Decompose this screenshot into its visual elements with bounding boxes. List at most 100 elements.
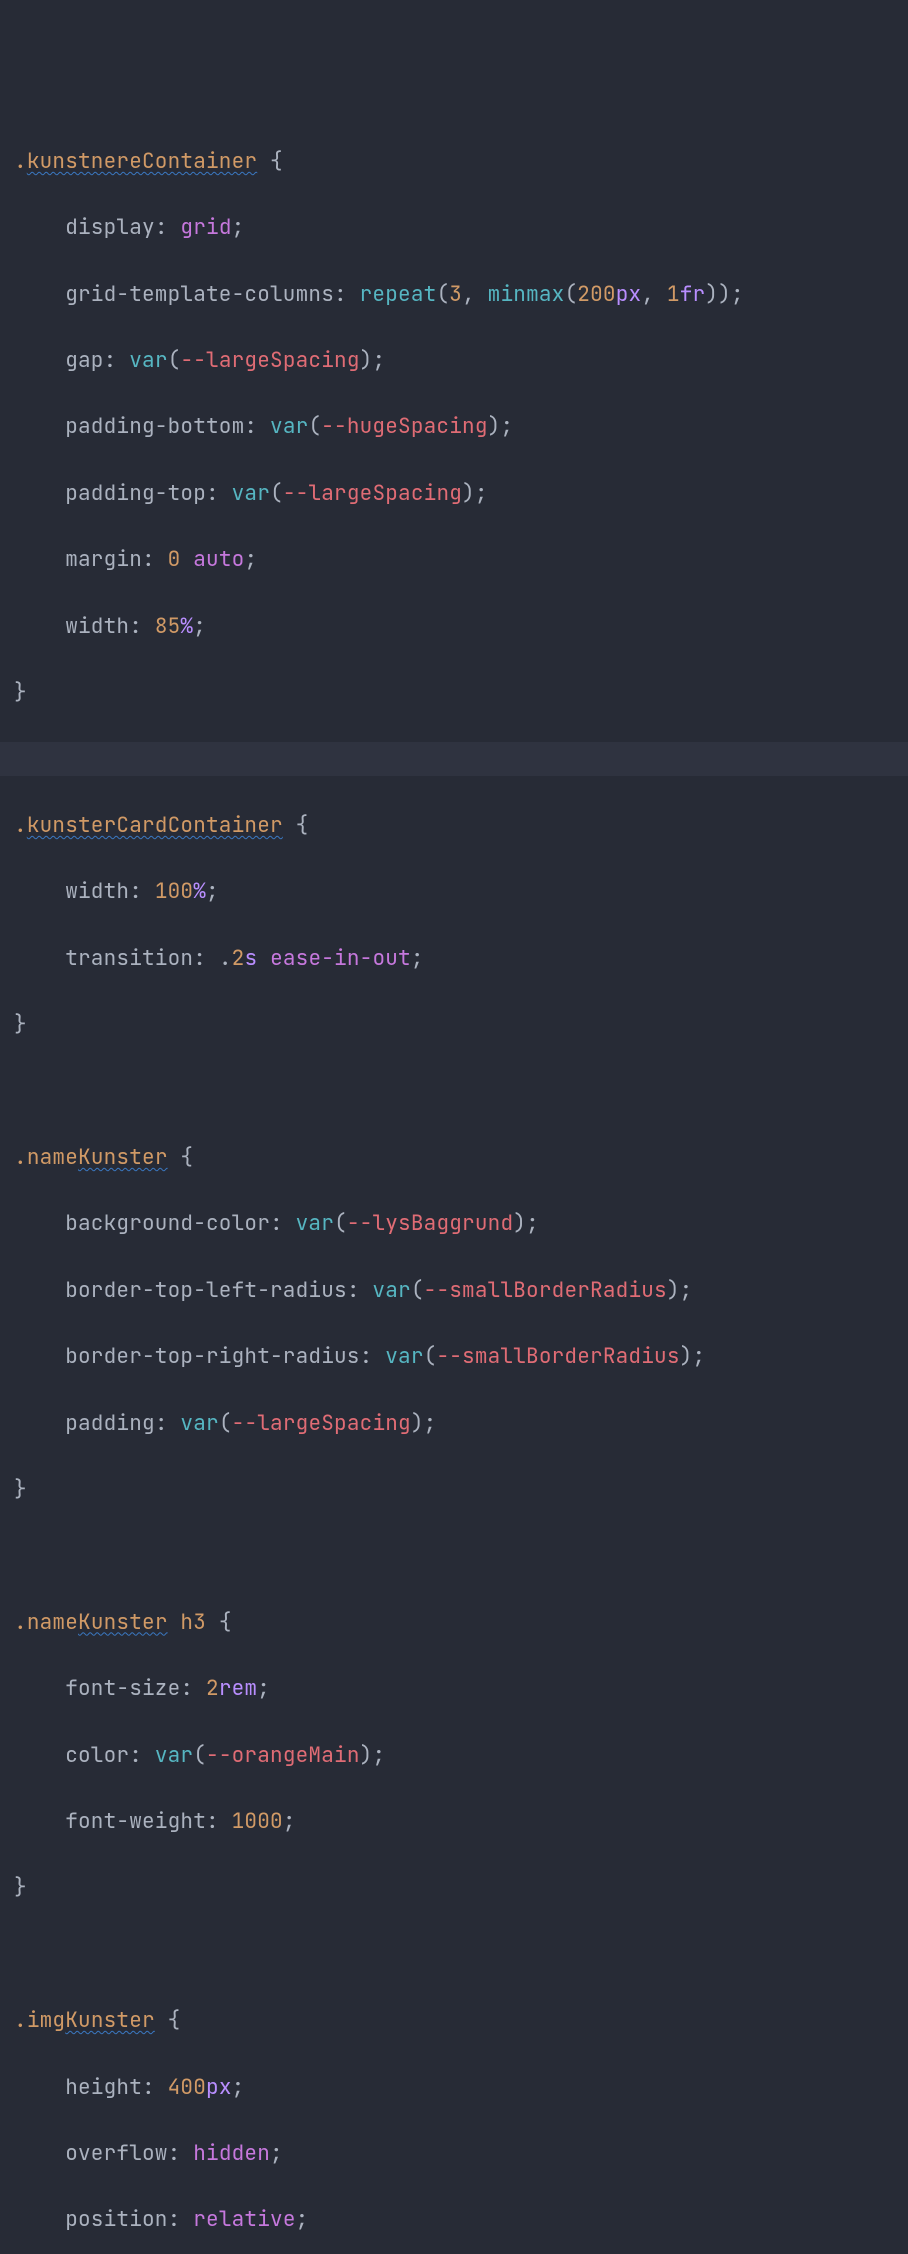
css-property: overflow — [65, 2140, 167, 2167]
code-line[interactable]: border-top-left-radius: var(--smallBorde… — [14, 1274, 908, 1307]
code-line[interactable]: position: relative; — [14, 2203, 908, 2236]
open-brace: { — [168, 1144, 194, 1171]
code-line[interactable]: } — [14, 1473, 908, 1506]
spellcheck-squiggle: kunstnereContainer — [27, 148, 257, 175]
code-line[interactable]: .imgKunster { — [14, 2004, 908, 2037]
colon: : — [129, 878, 155, 905]
css-property: gap — [65, 347, 103, 374]
css-value-token: ( — [411, 1277, 424, 1304]
css-property: transition — [65, 945, 193, 972]
css-value-token: ( — [168, 347, 181, 374]
css-property: display — [65, 214, 155, 241]
code-line[interactable]: color: var(--orangeMain); — [14, 1739, 908, 1772]
code-line[interactable]: } — [14, 1008, 908, 1041]
close-brace: } — [14, 1476, 27, 1503]
close-brace: } — [14, 1874, 27, 1901]
code-line[interactable]: width: 100%; — [14, 875, 908, 908]
css-value-token: 1 — [667, 281, 680, 308]
semicolon: ; — [411, 945, 424, 972]
code-line[interactable]: .kunsterCardContainer { — [14, 809, 908, 842]
current-line-highlight[interactable] — [0, 742, 908, 775]
css-selector-prefix: . — [14, 148, 27, 175]
semicolon: ; — [475, 480, 488, 507]
css-property: border-top-left-radius — [65, 1277, 347, 1304]
css-value-token: rem — [219, 1675, 257, 1702]
css-value-token: fr — [680, 281, 706, 308]
css-value-token: var — [270, 413, 308, 440]
colon: : — [155, 214, 181, 241]
colon: : — [142, 546, 168, 573]
css-value-token: auto — [193, 546, 244, 573]
css-value-token: hidden — [193, 2140, 270, 2167]
css-value-token: --orangeMain — [206, 1742, 360, 1769]
css-property: position — [65, 2206, 167, 2233]
css-property: border-top-right-radius — [65, 1343, 359, 1370]
css-value-token: 200 — [577, 281, 615, 308]
css-value-token: --smallBorderRadius — [436, 1343, 679, 1370]
close-brace: } — [14, 679, 27, 706]
code-line[interactable]: .kunstnereContainer { — [14, 145, 908, 178]
code-line[interactable]: overflow: hidden; — [14, 2137, 908, 2170]
css-property: grid-template-columns — [65, 281, 334, 308]
colon: : — [206, 480, 232, 507]
css-value-token: , — [462, 281, 488, 308]
css-value-token: --largeSpacing — [283, 480, 462, 507]
code-line[interactable]: grid-template-columns: repeat(3, minmax(… — [14, 278, 908, 311]
css-property: padding-bottom — [65, 413, 244, 440]
semicolon: ; — [244, 546, 257, 573]
css-selector-prefix: . — [14, 812, 27, 839]
code-line[interactable]: } — [14, 676, 908, 709]
open-brace: { — [155, 2007, 181, 2034]
open-brace: { — [283, 812, 309, 839]
code-line[interactable]: height: 400px; — [14, 2071, 908, 2104]
colon: : — [104, 347, 130, 374]
code-line[interactable]: .nameKunster { — [14, 1141, 908, 1174]
colon: : — [155, 1410, 181, 1437]
css-value-token: --largeSpacing — [180, 347, 359, 374]
css-value-token: 2 — [232, 945, 245, 972]
code-line[interactable]: padding: var(--largeSpacing); — [14, 1407, 908, 1440]
code-line[interactable]: border-top-right-radius: var(--smallBord… — [14, 1340, 908, 1373]
code-line[interactable]: margin: 0 auto; — [14, 543, 908, 576]
semicolon: ; — [270, 2140, 283, 2167]
code-line[interactable]: gap: var(--largeSpacing); — [14, 344, 908, 377]
blank-line[interactable] — [14, 1938, 908, 1971]
code-line[interactable]: transition: .2s ease-in-out; — [14, 942, 908, 975]
code-line[interactable]: background-color: var(--lysBaggrund); — [14, 1207, 908, 1240]
code-editor[interactable]: .kunstnereContainer { display: grid; gri… — [14, 145, 908, 2254]
css-value-token: --largeSpacing — [232, 1410, 411, 1437]
css-property: color — [65, 1742, 129, 1769]
css-value-token: var — [155, 1742, 193, 1769]
code-line[interactable]: width: 85%; — [14, 610, 908, 643]
css-value-token: var — [232, 480, 270, 507]
spellcheck-squiggle: Kunster — [78, 1144, 168, 1171]
css-value-token: 0 — [168, 546, 181, 573]
css-value-token: ( — [193, 1742, 206, 1769]
blank-line[interactable] — [14, 1074, 908, 1107]
code-line[interactable]: .nameKunster h3 { — [14, 1606, 908, 1639]
css-value-token: ( — [436, 281, 449, 308]
css-value-token: ( — [270, 480, 283, 507]
css-value-token: ) — [360, 1742, 373, 1769]
css-value-token: grid — [180, 214, 231, 241]
css-value-token: 1000 — [232, 1808, 283, 1835]
code-line[interactable]: } — [14, 1871, 908, 1904]
semicolon: ; — [500, 413, 513, 440]
css-value-token: ) — [462, 480, 475, 507]
css-value-token: px — [206, 2074, 232, 2101]
css-property: padding — [65, 1410, 155, 1437]
css-property: background-color — [65, 1210, 270, 1237]
code-line[interactable]: padding-top: var(--largeSpacing); — [14, 477, 908, 510]
code-line[interactable]: display: grid; — [14, 211, 908, 244]
code-line[interactable]: font-size: 2rem; — [14, 1672, 908, 1705]
code-line[interactable]: padding-bottom: var(--hugeSpacing); — [14, 410, 908, 443]
blank-line[interactable] — [14, 1539, 908, 1572]
css-value-token: ) — [680, 1343, 693, 1370]
spellcheck-squiggle: kunsterCardContainer — [27, 812, 283, 839]
code-line[interactable]: font-weight: 1000; — [14, 1805, 908, 1838]
css-property: font-weight — [65, 1808, 206, 1835]
css-value-token: repeat — [360, 281, 437, 308]
colon: : — [193, 945, 219, 972]
semicolon: ; — [680, 1277, 693, 1304]
css-property: font-size — [65, 1675, 180, 1702]
